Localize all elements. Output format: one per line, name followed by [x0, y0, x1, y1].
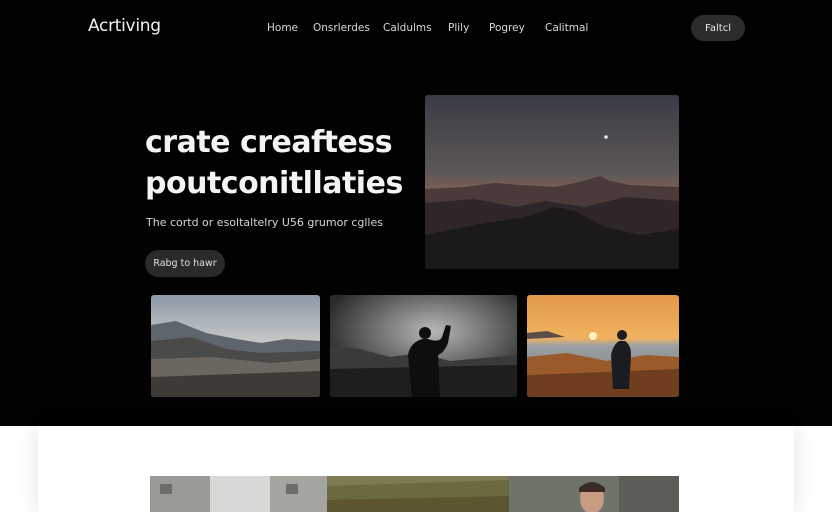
headline-line-2: poutconitllaties	[145, 166, 403, 201]
nav-item-3[interactable]: Caldulms	[383, 22, 432, 34]
strip-photo-man-portrait[interactable]	[509, 476, 679, 512]
nav-item-6[interactable]: Calitmal	[545, 22, 588, 34]
thumb-photo-mountain-valley[interactable]	[151, 295, 320, 397]
thumb-photo-man-raising-arm[interactable]	[330, 295, 517, 397]
strip-photo-grass-field[interactable]	[327, 476, 509, 512]
hero-section: Acrtiving Home Onsrlerdes Caldulms Plily…	[0, 0, 832, 426]
strip-photo-building-street[interactable]	[150, 476, 327, 512]
hero-subtext: The cortd or esoltaltelry U56 grumor cgl…	[146, 216, 383, 229]
hero-photo-mountain-sunset	[425, 95, 679, 269]
nav-item-home[interactable]: Home	[267, 22, 298, 34]
hero-headline: crate creaftess poutconitllaties	[145, 122, 415, 204]
thumb-photo-person-at-sunset[interactable]	[527, 295, 679, 397]
nav-item-4[interactable]: Plily	[448, 22, 469, 34]
headline-line-1: crate creaftess	[145, 125, 393, 160]
content-section	[38, 426, 794, 512]
hero-cta-button[interactable]: Rabg to hawr	[145, 250, 225, 277]
header-cta-button[interactable]: Faltcl	[691, 15, 745, 41]
brand-logo[interactable]: Acrtiving	[88, 16, 161, 36]
nav-item-5[interactable]: Pogrey	[489, 22, 525, 34]
nav-item-2[interactable]: Onsrlerdes	[313, 22, 370, 34]
photo-strip	[150, 476, 679, 512]
